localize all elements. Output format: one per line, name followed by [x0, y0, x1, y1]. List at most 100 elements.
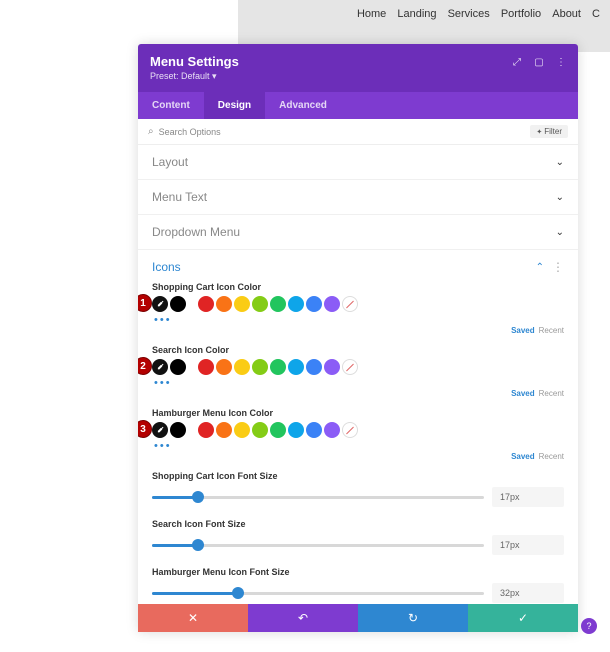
- saved-recent: Saved Recent: [138, 389, 578, 404]
- slider-track[interactable]: [152, 592, 484, 595]
- help-button[interactable]: ?: [581, 618, 597, 634]
- nav-services[interactable]: Services: [448, 8, 490, 20]
- chevron-down-icon: ⌄: [556, 192, 564, 203]
- more-swatches[interactable]: •••: [138, 314, 578, 326]
- swatch[interactable]: [198, 422, 214, 438]
- swatch-none[interactable]: [342, 359, 358, 375]
- saved-link[interactable]: Saved: [511, 389, 535, 398]
- swatch[interactable]: [216, 296, 232, 312]
- size-field-label: Shopping Cart Icon Font Size: [138, 467, 578, 483]
- slider-track[interactable]: [152, 496, 484, 499]
- eyedropper-icon[interactable]: [152, 359, 168, 375]
- nav-more[interactable]: C: [592, 8, 600, 20]
- swatch[interactable]: [234, 296, 250, 312]
- swatch[interactable]: [306, 359, 322, 375]
- panel-body[interactable]: ⌕ Search Options ✦Filter Layout⌄ Menu Te…: [138, 119, 578, 632]
- section-layout[interactable]: Layout⌄: [138, 145, 578, 180]
- swatch-black[interactable]: [170, 296, 186, 312]
- swatch[interactable]: [288, 296, 304, 312]
- swatch-row: 1: [138, 294, 578, 314]
- saved-link[interactable]: Saved: [511, 452, 535, 461]
- search-icon: ⌕: [148, 126, 154, 137]
- step-badge: 2: [138, 357, 152, 375]
- section-dropdown[interactable]: Dropdown Menu⌄: [138, 215, 578, 250]
- tab-advanced[interactable]: Advanced: [265, 92, 341, 119]
- swatch[interactable]: [198, 359, 214, 375]
- swatch[interactable]: [252, 422, 268, 438]
- dock-icon[interactable]: ▢: [532, 55, 546, 69]
- slider-thumb[interactable]: [232, 587, 244, 599]
- swatch[interactable]: [270, 422, 286, 438]
- step-badge: 1: [138, 294, 152, 312]
- save-button[interactable]: ✓: [468, 604, 578, 632]
- swatch-black[interactable]: [170, 422, 186, 438]
- expand-icon[interactable]: ⤢: [510, 55, 524, 69]
- swatch[interactable]: [198, 296, 214, 312]
- filter-button[interactable]: ✦Filter: [530, 125, 568, 138]
- swatch-black[interactable]: [170, 359, 186, 375]
- swatch[interactable]: [324, 422, 340, 438]
- swatch[interactable]: [216, 359, 232, 375]
- cancel-button[interactable]: ✕: [138, 604, 248, 632]
- size-field-label: Search Icon Font Size: [138, 515, 578, 531]
- swatch[interactable]: [288, 422, 304, 438]
- tabs: Content Design Advanced: [138, 92, 578, 119]
- swatch[interactable]: [306, 296, 322, 312]
- swatch-none[interactable]: [342, 422, 358, 438]
- swatch[interactable]: [306, 422, 322, 438]
- settings-panel: Menu Settings Preset: Default ▾ ⤢ ▢ ⋮ Co…: [138, 44, 578, 632]
- color-field-label: Shopping Cart Icon Color: [138, 278, 578, 294]
- section-icons[interactable]: Icons⌃⋮: [138, 250, 578, 278]
- nav-portfolio[interactable]: Portfolio: [501, 8, 541, 20]
- section-menu-text[interactable]: Menu Text⌄: [138, 180, 578, 215]
- swatch[interactable]: [252, 296, 268, 312]
- swatch[interactable]: [324, 359, 340, 375]
- swatch[interactable]: [270, 359, 286, 375]
- slider-thumb[interactable]: [192, 491, 204, 503]
- slider-track[interactable]: [152, 544, 484, 547]
- more-swatches[interactable]: •••: [138, 377, 578, 389]
- saved-recent: Saved Recent: [138, 452, 578, 467]
- slider-thumb[interactable]: [192, 539, 204, 551]
- step-badge: 3: [138, 420, 152, 438]
- redo-button[interactable]: ↻: [358, 604, 468, 632]
- size-field-label: Hamburger Menu Icon Font Size: [138, 563, 578, 579]
- size-value[interactable]: 17px: [492, 535, 564, 555]
- swatch[interactable]: [252, 359, 268, 375]
- tab-design[interactable]: Design: [204, 92, 265, 119]
- section-more-icon[interactable]: ⋮: [552, 260, 564, 274]
- chevron-down-icon: ⌄: [556, 227, 564, 238]
- menu-icon[interactable]: ⋮: [554, 55, 568, 69]
- nav: Home Landing Services Portfolio About C: [353, 0, 610, 28]
- color-field-label: Search Icon Color: [138, 341, 578, 357]
- swatch-none[interactable]: [342, 296, 358, 312]
- nav-home[interactable]: Home: [357, 8, 386, 20]
- swatch[interactable]: [234, 359, 250, 375]
- color-field-label: Hamburger Menu Icon Color: [138, 404, 578, 420]
- swatch-row: 3: [138, 420, 578, 440]
- swatch[interactable]: [324, 296, 340, 312]
- preset-selector[interactable]: Preset: Default ▾: [150, 71, 566, 82]
- recent-link[interactable]: Recent: [539, 326, 564, 335]
- swatch[interactable]: [270, 296, 286, 312]
- search-row: ⌕ Search Options ✦Filter: [138, 119, 578, 145]
- tab-content[interactable]: Content: [138, 92, 204, 119]
- swatch[interactable]: [234, 422, 250, 438]
- chevron-up-icon: ⌃: [536, 262, 544, 273]
- recent-link[interactable]: Recent: [539, 389, 564, 398]
- swatch[interactable]: [216, 422, 232, 438]
- recent-link[interactable]: Recent: [539, 452, 564, 461]
- swatch-row: 2: [138, 357, 578, 377]
- undo-button[interactable]: ↶: [248, 604, 358, 632]
- eyedropper-icon[interactable]: [152, 422, 168, 438]
- more-swatches[interactable]: •••: [138, 440, 578, 452]
- search-input[interactable]: Search Options: [159, 127, 531, 137]
- nav-about[interactable]: About: [552, 8, 581, 20]
- panel-title: Menu Settings: [150, 54, 566, 69]
- swatch[interactable]: [288, 359, 304, 375]
- eyedropper-icon[interactable]: [152, 296, 168, 312]
- size-value[interactable]: 32px: [492, 583, 564, 603]
- size-value[interactable]: 17px: [492, 487, 564, 507]
- saved-link[interactable]: Saved: [511, 326, 535, 335]
- nav-landing[interactable]: Landing: [397, 8, 436, 20]
